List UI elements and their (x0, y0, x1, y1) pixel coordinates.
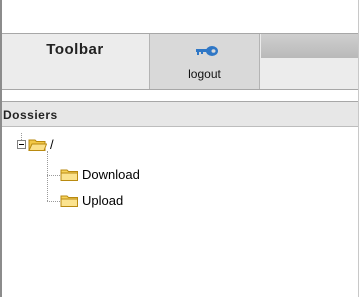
top-blank-area (2, 0, 358, 34)
folder-open-icon[interactable] (28, 138, 47, 152)
spacer (2, 90, 358, 101)
key-icon (196, 46, 218, 56)
dossiers-header: Dossiers (2, 101, 358, 127)
toolbar: Toolbar logout (2, 34, 358, 90)
folder-icon[interactable] (60, 194, 79, 208)
tree-collapse-toggle[interactable] (17, 140, 26, 149)
logout-label: logout (188, 67, 221, 81)
folder-icon[interactable] (60, 168, 79, 182)
toolbar-decor-strip (261, 34, 358, 58)
tree-line-root-vertical (21, 133, 22, 140)
logout-button[interactable]: logout (149, 34, 260, 89)
tree-line-download (47, 175, 60, 176)
folder-tree: / Download Upload (2, 127, 358, 297)
app-frame: Toolbar logout Dossiers / Download Uploa… (0, 0, 359, 297)
tree-item-download-label[interactable]: Download (82, 167, 140, 182)
tree-item-upload-label[interactable]: Upload (82, 193, 123, 208)
toolbar-title: Toolbar (46, 41, 104, 58)
tree-item-root-label[interactable]: / (50, 137, 54, 152)
tree-line-upload (47, 201, 60, 202)
dossiers-title: Dossiers (3, 108, 58, 122)
minus-icon (19, 144, 24, 145)
tree-line-children-vertical (47, 151, 48, 201)
